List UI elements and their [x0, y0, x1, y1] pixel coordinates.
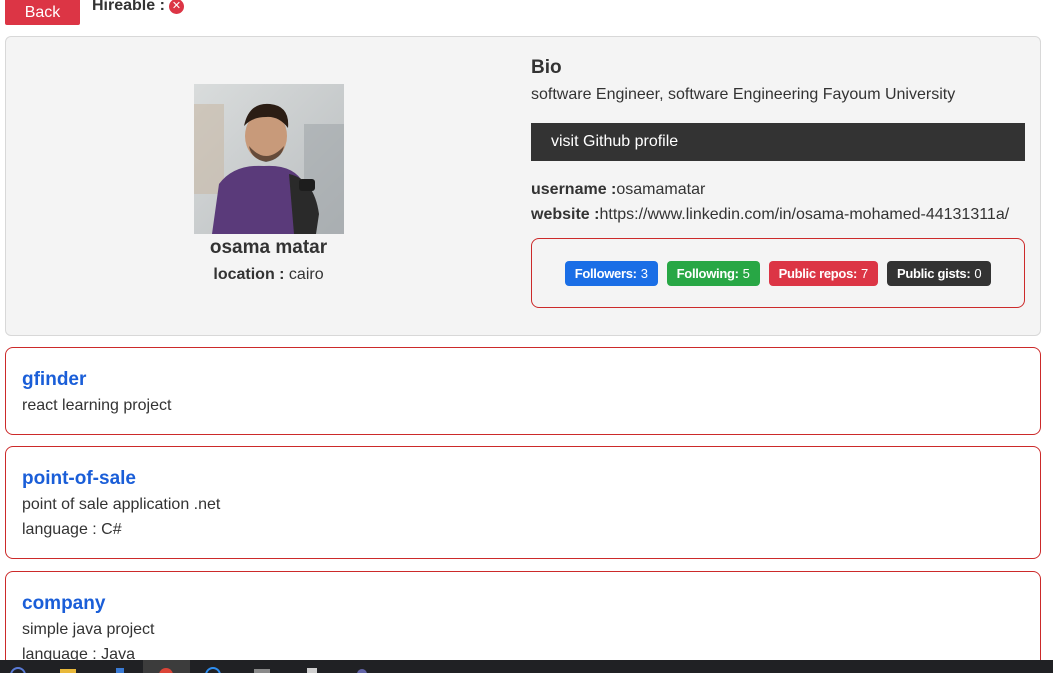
badge-count: 5 [742, 265, 750, 281]
hireable-label: Hireable : [92, 0, 165, 14]
website-label: website : [531, 206, 600, 223]
profile-left-column: osama matar location : cairo [6, 37, 531, 335]
top-bar: Back Hireable : ✕ [0, 0, 1053, 26]
stats-box: Followers: 3 Following: 5 Public repos: 7 P… [531, 238, 1025, 308]
profile-location: location : cairo [6, 266, 531, 284]
repo-card: point-of-sale point of sale application … [5, 446, 1041, 559]
app-icon[interactable] [110, 665, 130, 673]
profile-card: osama matar location : cairo Bio softwar… [5, 36, 1041, 336]
os-taskbar [0, 660, 1053, 673]
badge-label: Public gists: [896, 265, 971, 281]
repo-name-link[interactable]: point-of-sale [22, 468, 136, 490]
location-label: location : [213, 266, 285, 283]
repo-description: simple java project [22, 621, 155, 638]
repo-description: point of sale application .net [22, 496, 221, 513]
repo-card: gfinder react learning project [5, 347, 1041, 435]
repo-description: react learning project [22, 397, 172, 414]
back-button[interactable]: Back [5, 0, 80, 25]
x-circle-icon: ✕ [168, 0, 184, 14]
profile-name: osama matar [209, 237, 328, 258]
badge-label: Public repos: [778, 265, 858, 281]
folder-icon[interactable] [58, 665, 78, 673]
location-value: cairo [284, 266, 324, 283]
badge-label: Followers: [574, 265, 637, 281]
badge-label: Following: [676, 265, 739, 281]
avatar-photo [194, 84, 344, 234]
chrome-icon[interactable] [156, 665, 176, 673]
repo-language: language : C# [22, 521, 122, 538]
public-gists-badge: Public gists: 0 [886, 260, 992, 286]
edge-icon[interactable] [203, 665, 223, 673]
repo-name-link[interactable]: gfinder [22, 369, 86, 391]
username-value: osamamatar [616, 181, 706, 198]
username-line: username :osamamatar [531, 181, 705, 199]
public-repos-badge: Public repos: 7 [768, 260, 878, 286]
followers-badge: Followers: 3 [564, 260, 658, 286]
window-icon[interactable] [252, 665, 272, 673]
bio-title: Bio [531, 57, 562, 78]
badge-count: 0 [974, 265, 982, 281]
badge-count: 7 [861, 265, 868, 281]
profile-right-column: Bio software Engineer, software Engineer… [531, 37, 1031, 335]
avatar [194, 84, 344, 234]
badge-count: 3 [640, 265, 648, 281]
following-badge: Following: 5 [666, 260, 760, 286]
start-icon[interactable] [8, 665, 28, 673]
file-icon[interactable] [302, 665, 322, 673]
website-value[interactable]: https://www.linkedin.com/in/osama-mohame… [599, 206, 1009, 223]
bio-text: software Engineer, software Engineering … [531, 86, 956, 103]
username-label: username : [531, 181, 617, 198]
repo-card: company simple java project language : J… [5, 571, 1041, 673]
website-line: website :https://www.linkedin.com/in/osa… [531, 206, 1009, 224]
visit-github-button[interactable]: visit Github profile [531, 123, 1025, 161]
teams-icon[interactable] [352, 665, 372, 673]
repo-name-link[interactable]: company [22, 593, 105, 615]
hireable-status: Hireable : ✕ [92, 0, 184, 15]
